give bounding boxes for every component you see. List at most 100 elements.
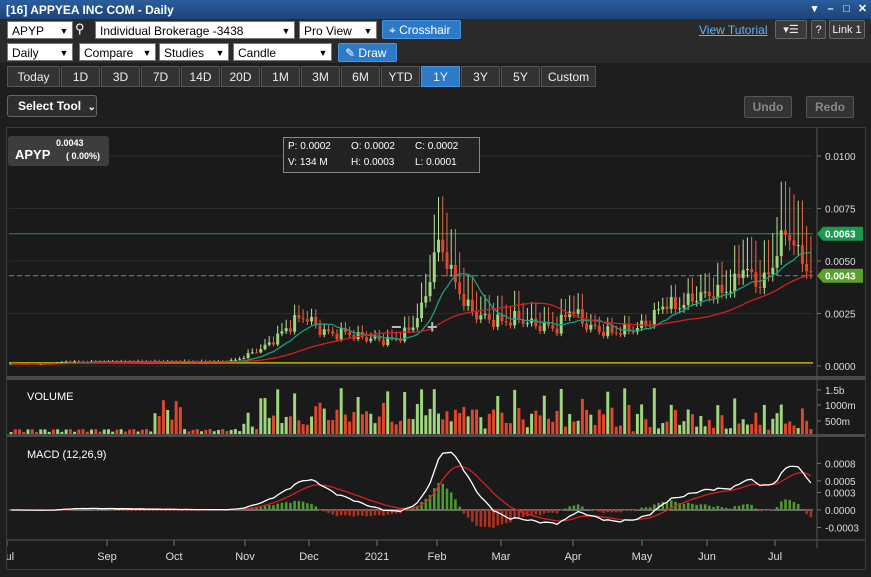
search-icon[interactable]: ⚲ xyxy=(75,21,92,39)
volume-bar xyxy=(149,431,153,434)
ohlc-info-box: P: 0.0002 O: 0.0002 C: 0.0002 V: 134 M H… xyxy=(283,137,480,173)
macd-histogram-bar xyxy=(779,501,783,510)
volume-bar xyxy=(741,419,745,434)
volume-bar xyxy=(263,398,267,434)
account-select[interactable]: Individual Brokerage -3438 ▼ xyxy=(95,21,295,39)
macd-histogram-bar xyxy=(792,501,796,510)
chart-area[interactable]: 0.0100 0.0075 0.0050 0.0025 0.0000 0.0063 0.00… xyxy=(0,127,867,571)
chart-svg[interactable]: 0.0100 0.0075 0.0050 0.0025 0.0000 0.0063 0.00… xyxy=(0,128,867,571)
range-20d[interactable]: 20D xyxy=(221,66,260,87)
close-icon[interactable]: ✕ xyxy=(856,3,869,16)
studies-label: Studies xyxy=(164,46,205,60)
macd-histogram-bar xyxy=(695,504,698,510)
redo-button[interactable]: Redo xyxy=(806,96,854,118)
toolbar-row-2: Daily ▼ Compare ▼ Studies ▼ Candle ▼ ✎ D… xyxy=(0,41,871,63)
candle-body xyxy=(318,325,322,335)
chevron-down-icon[interactable]: ▼ xyxy=(58,22,70,38)
zoom-out-icon[interactable]: − xyxy=(391,317,402,337)
menu-button[interactable]: ▾☰ xyxy=(775,20,807,39)
candle-body xyxy=(293,315,297,332)
range-3m[interactable]: 3M xyxy=(301,66,340,87)
x-tick-label: Sep xyxy=(97,551,117,563)
info-volume: V: 134 M xyxy=(288,157,328,168)
volume-bar xyxy=(525,427,529,434)
range-6m[interactable]: 6M xyxy=(341,66,380,87)
range-today[interactable]: Today xyxy=(7,66,60,87)
candle-body xyxy=(771,267,775,275)
macd-histogram-bar xyxy=(441,483,445,510)
macd-histogram-bar xyxy=(530,510,533,515)
range-7d[interactable]: 7D xyxy=(141,66,180,87)
symbol-input[interactable]: APYP ▼ xyxy=(7,21,73,39)
candle-body xyxy=(271,342,275,345)
macd-histogram-bar xyxy=(272,505,275,510)
volume-bar xyxy=(610,407,614,434)
candle-body xyxy=(305,319,309,322)
zoom-in-icon[interactable]: + xyxy=(427,317,438,337)
volume-bar xyxy=(644,419,648,434)
candle-body xyxy=(276,333,280,345)
volume-bar xyxy=(631,431,635,434)
crosshair-button[interactable]: ⌖ Crosshair xyxy=(382,20,461,39)
menu-icon: ▾☰ xyxy=(783,24,799,36)
interval-select[interactable]: Daily ▼ xyxy=(7,43,73,61)
volume-bar xyxy=(356,397,360,434)
candle-body xyxy=(800,245,804,264)
candle-body xyxy=(415,318,419,328)
range-3d[interactable]: 3D xyxy=(101,66,140,87)
candle-body xyxy=(673,296,677,309)
volume-bar xyxy=(246,412,250,434)
compare-select[interactable]: Compare ▼ xyxy=(79,43,156,61)
volume-bar xyxy=(682,421,686,434)
range-ytd[interactable]: YTD xyxy=(381,66,420,87)
candle-body xyxy=(724,291,728,293)
panel-divider xyxy=(7,434,865,437)
volume-bar xyxy=(132,429,136,434)
range-3y[interactable]: 3Y xyxy=(461,66,500,87)
macd-histogram-bar xyxy=(653,504,656,510)
range-1d[interactable]: 1D xyxy=(61,66,100,87)
volume-bar xyxy=(758,424,762,434)
restore-icon[interactable]: □ xyxy=(840,3,853,16)
candle-body xyxy=(242,358,246,360)
candle-body xyxy=(733,273,737,292)
macd-histogram-bar xyxy=(90,509,93,511)
macd-histogram-bar xyxy=(775,507,779,510)
range-1y[interactable]: 1Y xyxy=(421,66,460,87)
macd-histogram-bar xyxy=(128,510,131,511)
volume-bar xyxy=(318,402,322,434)
macd-histogram-bar xyxy=(581,506,584,510)
chart-type-select[interactable]: Candle ▼ xyxy=(233,43,332,61)
candle-body xyxy=(504,321,508,323)
candle-body xyxy=(703,291,707,293)
draw-button[interactable]: ✎ Draw xyxy=(338,43,397,62)
pin-icon[interactable]: ▾ xyxy=(808,3,821,16)
volume-bar xyxy=(521,419,525,434)
macd-histogram-bar xyxy=(691,503,694,510)
range-14d[interactable]: 14D xyxy=(181,66,220,87)
candle-body xyxy=(263,344,267,350)
volume-bar xyxy=(703,426,707,434)
candle-body xyxy=(525,323,529,325)
view-select[interactable]: Pro View ▼ xyxy=(299,21,377,39)
studies-select[interactable]: Studies ▼ xyxy=(159,43,229,61)
macd-histogram-bar xyxy=(754,508,758,510)
candle-body xyxy=(475,311,479,320)
range-5y[interactable]: 5Y xyxy=(501,66,540,87)
help-button[interactable]: ? xyxy=(811,20,826,39)
candle-body xyxy=(496,314,500,327)
range-custom[interactable]: Custom xyxy=(541,66,596,87)
volume-bar xyxy=(301,424,305,434)
view-tutorial-link[interactable]: View Tutorial xyxy=(699,23,767,37)
range-1m[interactable]: 1M xyxy=(261,66,300,87)
candle-body xyxy=(589,324,593,330)
undo-button[interactable]: Undo xyxy=(744,96,792,118)
select-tool-dropdown[interactable]: Select Tool ⌄ xyxy=(7,95,97,117)
candle-body xyxy=(246,353,250,359)
candle-body xyxy=(301,318,305,320)
link-button[interactable]: Link 1 xyxy=(829,20,865,39)
volume-bar xyxy=(166,409,170,434)
minimize-icon[interactable]: – xyxy=(824,3,837,16)
macd-histogram-bar xyxy=(348,510,351,516)
macd-tick-label: 0.0005 xyxy=(825,477,856,488)
